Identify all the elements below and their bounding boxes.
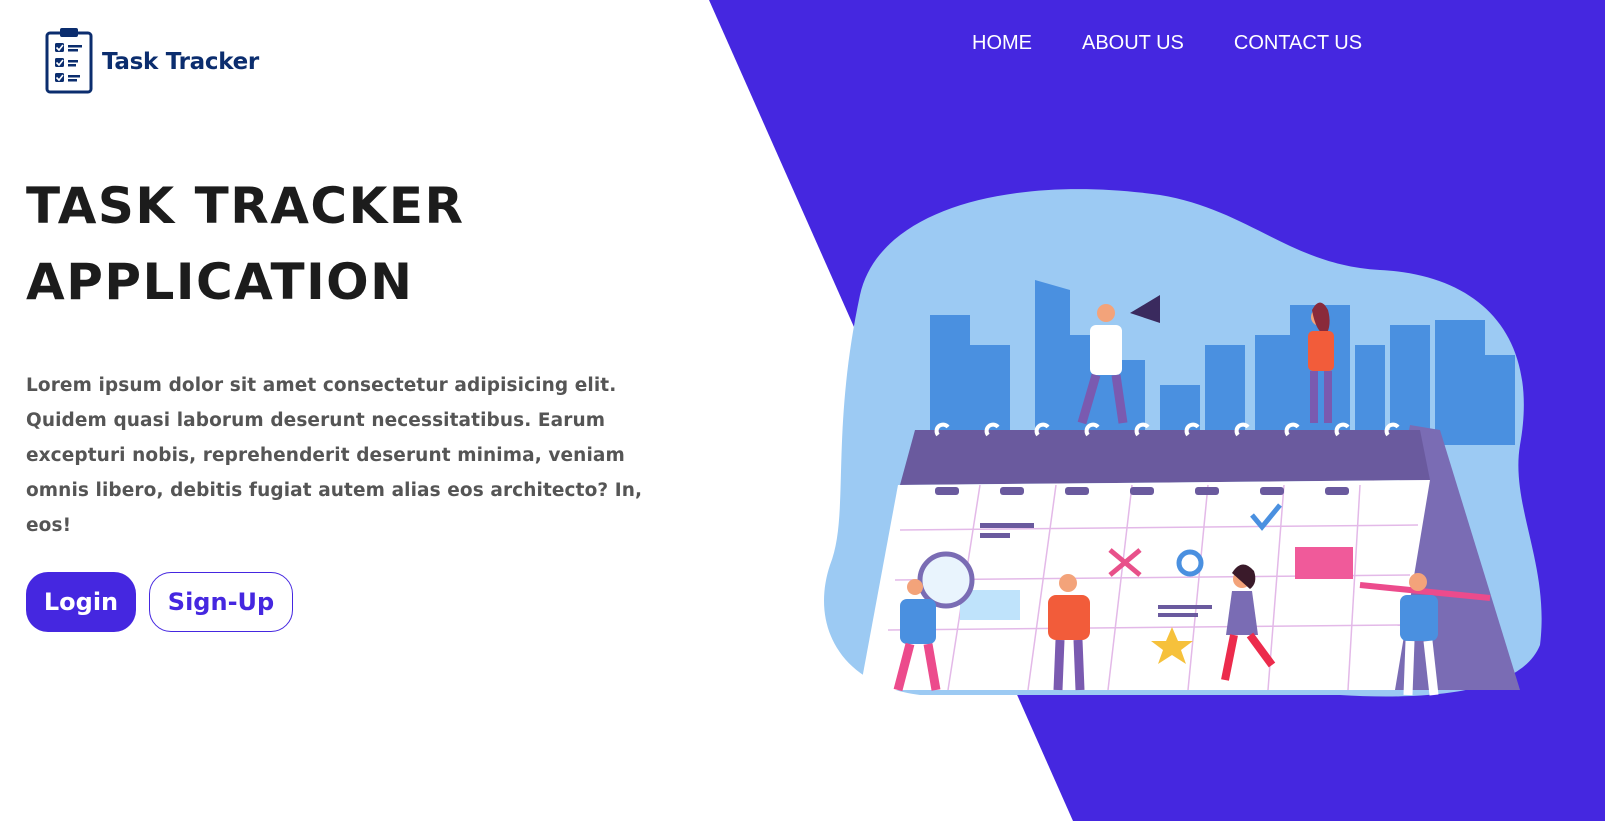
brand-logo[interactable]: Task Tracker (44, 26, 259, 96)
hero-title-line-2: APPLICATION (26, 253, 414, 311)
calendar-team-illustration (824, 189, 1542, 697)
nav-about-us-link[interactable]: ABOUT US (1082, 32, 1184, 55)
hero-title: TASK TRACKER APPLICATION (26, 168, 666, 320)
main-nav: HOME ABOUT US CONTACT US (972, 32, 1362, 55)
pink-note (1295, 547, 1353, 579)
nav-home-link[interactable]: HOME (972, 32, 1032, 55)
hero-description: Lorem ipsum dolor sit amet consectetur a… (26, 375, 643, 536)
calendar-top-bar (900, 430, 1430, 485)
clipboard-checklist-icon (45, 28, 93, 94)
login-button[interactable]: Login (26, 572, 136, 632)
signup-button[interactable]: Sign-Up (149, 572, 293, 632)
hero-title-line-1: TASK TRACKER (26, 177, 465, 235)
brand-name: Task Tracker (102, 49, 259, 75)
nav-contact-us-link[interactable]: CONTACT US (1234, 32, 1362, 55)
